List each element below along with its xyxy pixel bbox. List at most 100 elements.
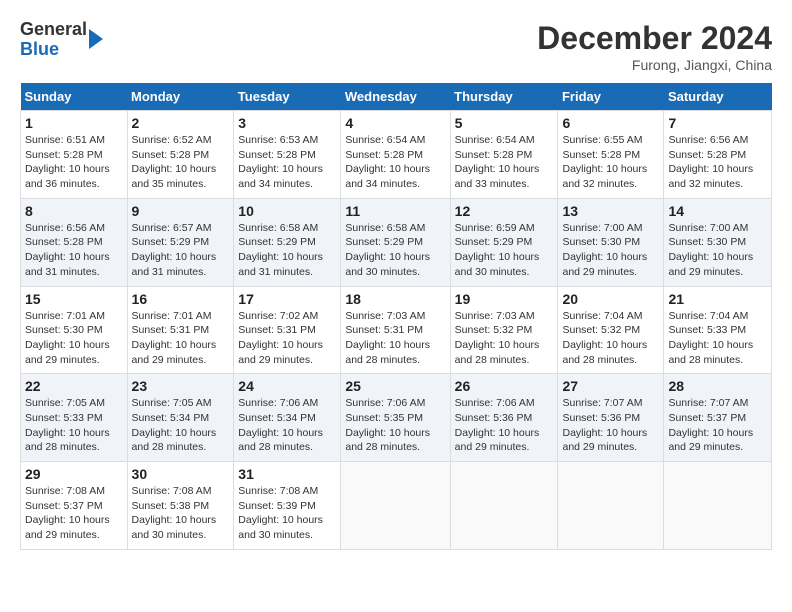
calendar-day-cell: 8 Sunrise: 6:56 AMSunset: 5:28 PMDayligh… [21, 198, 128, 286]
day-info: Sunrise: 7:06 AMSunset: 5:36 PMDaylight:… [455, 397, 540, 453]
calendar-day-cell: 27 Sunrise: 7:07 AMSunset: 5:36 PMDaylig… [558, 374, 664, 462]
calendar-day-cell: 14 Sunrise: 7:00 AMSunset: 5:30 PMDaylig… [664, 198, 772, 286]
day-info: Sunrise: 6:56 AMSunset: 5:28 PMDaylight:… [668, 134, 753, 190]
day-info: Sunrise: 7:01 AMSunset: 5:31 PMDaylight:… [132, 310, 217, 366]
day-number: 28 [668, 378, 767, 394]
calendar-day-cell: 5 Sunrise: 6:54 AMSunset: 5:28 PMDayligh… [450, 111, 558, 199]
calendar-day-cell: 3 Sunrise: 6:53 AMSunset: 5:28 PMDayligh… [234, 111, 341, 199]
calendar-day-cell: 10 Sunrise: 6:58 AMSunset: 5:29 PMDaylig… [234, 198, 341, 286]
day-number: 26 [455, 378, 554, 394]
calendar-day-cell: 26 Sunrise: 7:06 AMSunset: 5:36 PMDaylig… [450, 374, 558, 462]
day-number: 16 [132, 291, 230, 307]
day-number: 8 [25, 203, 123, 219]
calendar-day-cell [558, 462, 664, 550]
day-number: 12 [455, 203, 554, 219]
calendar-day-cell: 6 Sunrise: 6:55 AMSunset: 5:28 PMDayligh… [558, 111, 664, 199]
day-number: 6 [562, 115, 659, 131]
calendar-day-cell: 20 Sunrise: 7:04 AMSunset: 5:32 PMDaylig… [558, 286, 664, 374]
day-info: Sunrise: 7:06 AMSunset: 5:35 PMDaylight:… [345, 397, 430, 453]
calendar-day-cell: 28 Sunrise: 7:07 AMSunset: 5:37 PMDaylig… [664, 374, 772, 462]
day-info: Sunrise: 6:53 AMSunset: 5:28 PMDaylight:… [238, 134, 323, 190]
calendar-day-cell: 13 Sunrise: 7:00 AMSunset: 5:30 PMDaylig… [558, 198, 664, 286]
day-number: 13 [562, 203, 659, 219]
weekday-header-cell: Tuesday [234, 83, 341, 111]
logo-text: General Blue [20, 20, 87, 60]
day-info: Sunrise: 7:05 AMSunset: 5:33 PMDaylight:… [25, 397, 110, 453]
weekday-header-cell: Saturday [664, 83, 772, 111]
day-number: 29 [25, 466, 123, 482]
weekday-header-cell: Thursday [450, 83, 558, 111]
calendar-day-cell: 17 Sunrise: 7:02 AMSunset: 5:31 PMDaylig… [234, 286, 341, 374]
day-number: 18 [345, 291, 445, 307]
calendar-day-cell: 11 Sunrise: 6:58 AMSunset: 5:29 PMDaylig… [341, 198, 450, 286]
day-info: Sunrise: 6:56 AMSunset: 5:28 PMDaylight:… [25, 222, 110, 278]
day-info: Sunrise: 7:00 AMSunset: 5:30 PMDaylight:… [668, 222, 753, 278]
day-number: 22 [25, 378, 123, 394]
day-number: 4 [345, 115, 445, 131]
day-number: 10 [238, 203, 336, 219]
calendar-day-cell: 21 Sunrise: 7:04 AMSunset: 5:33 PMDaylig… [664, 286, 772, 374]
calendar-day-cell: 31 Sunrise: 7:08 AMSunset: 5:39 PMDaylig… [234, 462, 341, 550]
day-info: Sunrise: 7:04 AMSunset: 5:33 PMDaylight:… [668, 310, 753, 366]
day-number: 19 [455, 291, 554, 307]
day-info: Sunrise: 6:54 AMSunset: 5:28 PMDaylight:… [455, 134, 540, 190]
weekday-header-cell: Friday [558, 83, 664, 111]
day-info: Sunrise: 7:03 AMSunset: 5:31 PMDaylight:… [345, 310, 430, 366]
day-number: 30 [132, 466, 230, 482]
day-number: 7 [668, 115, 767, 131]
day-info: Sunrise: 6:58 AMSunset: 5:29 PMDaylight:… [238, 222, 323, 278]
logo: General Blue [20, 20, 103, 60]
weekday-header-row: SundayMondayTuesdayWednesdayThursdayFrid… [21, 83, 772, 111]
day-number: 15 [25, 291, 123, 307]
day-info: Sunrise: 7:04 AMSunset: 5:32 PMDaylight:… [562, 310, 647, 366]
calendar-day-cell: 15 Sunrise: 7:01 AMSunset: 5:30 PMDaylig… [21, 286, 128, 374]
weekday-header-cell: Sunday [21, 83, 128, 111]
day-info: Sunrise: 6:59 AMSunset: 5:29 PMDaylight:… [455, 222, 540, 278]
calendar-day-cell [664, 462, 772, 550]
calendar-day-cell: 19 Sunrise: 7:03 AMSunset: 5:32 PMDaylig… [450, 286, 558, 374]
month-title: December 2024 [537, 20, 772, 57]
day-number: 9 [132, 203, 230, 219]
calendar-day-cell: 22 Sunrise: 7:05 AMSunset: 5:33 PMDaylig… [21, 374, 128, 462]
day-number: 2 [132, 115, 230, 131]
calendar-day-cell: 29 Sunrise: 7:08 AMSunset: 5:37 PMDaylig… [21, 462, 128, 550]
day-info: Sunrise: 6:58 AMSunset: 5:29 PMDaylight:… [345, 222, 430, 278]
day-info: Sunrise: 6:55 AMSunset: 5:28 PMDaylight:… [562, 134, 647, 190]
day-number: 24 [238, 378, 336, 394]
day-info: Sunrise: 7:08 AMSunset: 5:37 PMDaylight:… [25, 485, 110, 541]
day-info: Sunrise: 7:03 AMSunset: 5:32 PMDaylight:… [455, 310, 540, 366]
day-info: Sunrise: 7:06 AMSunset: 5:34 PMDaylight:… [238, 397, 323, 453]
weekday-header-cell: Monday [127, 83, 234, 111]
day-info: Sunrise: 6:52 AMSunset: 5:28 PMDaylight:… [132, 134, 217, 190]
calendar-day-cell: 4 Sunrise: 6:54 AMSunset: 5:28 PMDayligh… [341, 111, 450, 199]
day-info: Sunrise: 7:07 AMSunset: 5:37 PMDaylight:… [668, 397, 753, 453]
day-number: 20 [562, 291, 659, 307]
day-number: 1 [25, 115, 123, 131]
day-info: Sunrise: 6:51 AMSunset: 5:28 PMDaylight:… [25, 134, 110, 190]
calendar-day-cell: 2 Sunrise: 6:52 AMSunset: 5:28 PMDayligh… [127, 111, 234, 199]
day-info: Sunrise: 7:01 AMSunset: 5:30 PMDaylight:… [25, 310, 110, 366]
calendar-day-cell: 7 Sunrise: 6:56 AMSunset: 5:28 PMDayligh… [664, 111, 772, 199]
calendar-day-cell: 30 Sunrise: 7:08 AMSunset: 5:38 PMDaylig… [127, 462, 234, 550]
location: Furong, Jiangxi, China [537, 57, 772, 73]
calendar-day-cell: 23 Sunrise: 7:05 AMSunset: 5:34 PMDaylig… [127, 374, 234, 462]
title-area: December 2024 Furong, Jiangxi, China [537, 20, 772, 73]
logo-arrow-icon [89, 29, 103, 49]
calendar-day-cell: 9 Sunrise: 6:57 AMSunset: 5:29 PMDayligh… [127, 198, 234, 286]
calendar-day-cell: 18 Sunrise: 7:03 AMSunset: 5:31 PMDaylig… [341, 286, 450, 374]
day-info: Sunrise: 7:05 AMSunset: 5:34 PMDaylight:… [132, 397, 217, 453]
day-number: 31 [238, 466, 336, 482]
day-number: 21 [668, 291, 767, 307]
day-number: 27 [562, 378, 659, 394]
calendar-week-row: 29 Sunrise: 7:08 AMSunset: 5:37 PMDaylig… [21, 462, 772, 550]
calendar-week-row: 22 Sunrise: 7:05 AMSunset: 5:33 PMDaylig… [21, 374, 772, 462]
calendar-day-cell: 1 Sunrise: 6:51 AMSunset: 5:28 PMDayligh… [21, 111, 128, 199]
calendar-day-cell [341, 462, 450, 550]
day-number: 3 [238, 115, 336, 131]
calendar-day-cell: 16 Sunrise: 7:01 AMSunset: 5:31 PMDaylig… [127, 286, 234, 374]
day-number: 25 [345, 378, 445, 394]
day-info: Sunrise: 7:02 AMSunset: 5:31 PMDaylight:… [238, 310, 323, 366]
calendar-day-cell: 25 Sunrise: 7:06 AMSunset: 5:35 PMDaylig… [341, 374, 450, 462]
day-info: Sunrise: 7:07 AMSunset: 5:36 PMDaylight:… [562, 397, 647, 453]
calendar-table: SundayMondayTuesdayWednesdayThursdayFrid… [20, 83, 772, 550]
